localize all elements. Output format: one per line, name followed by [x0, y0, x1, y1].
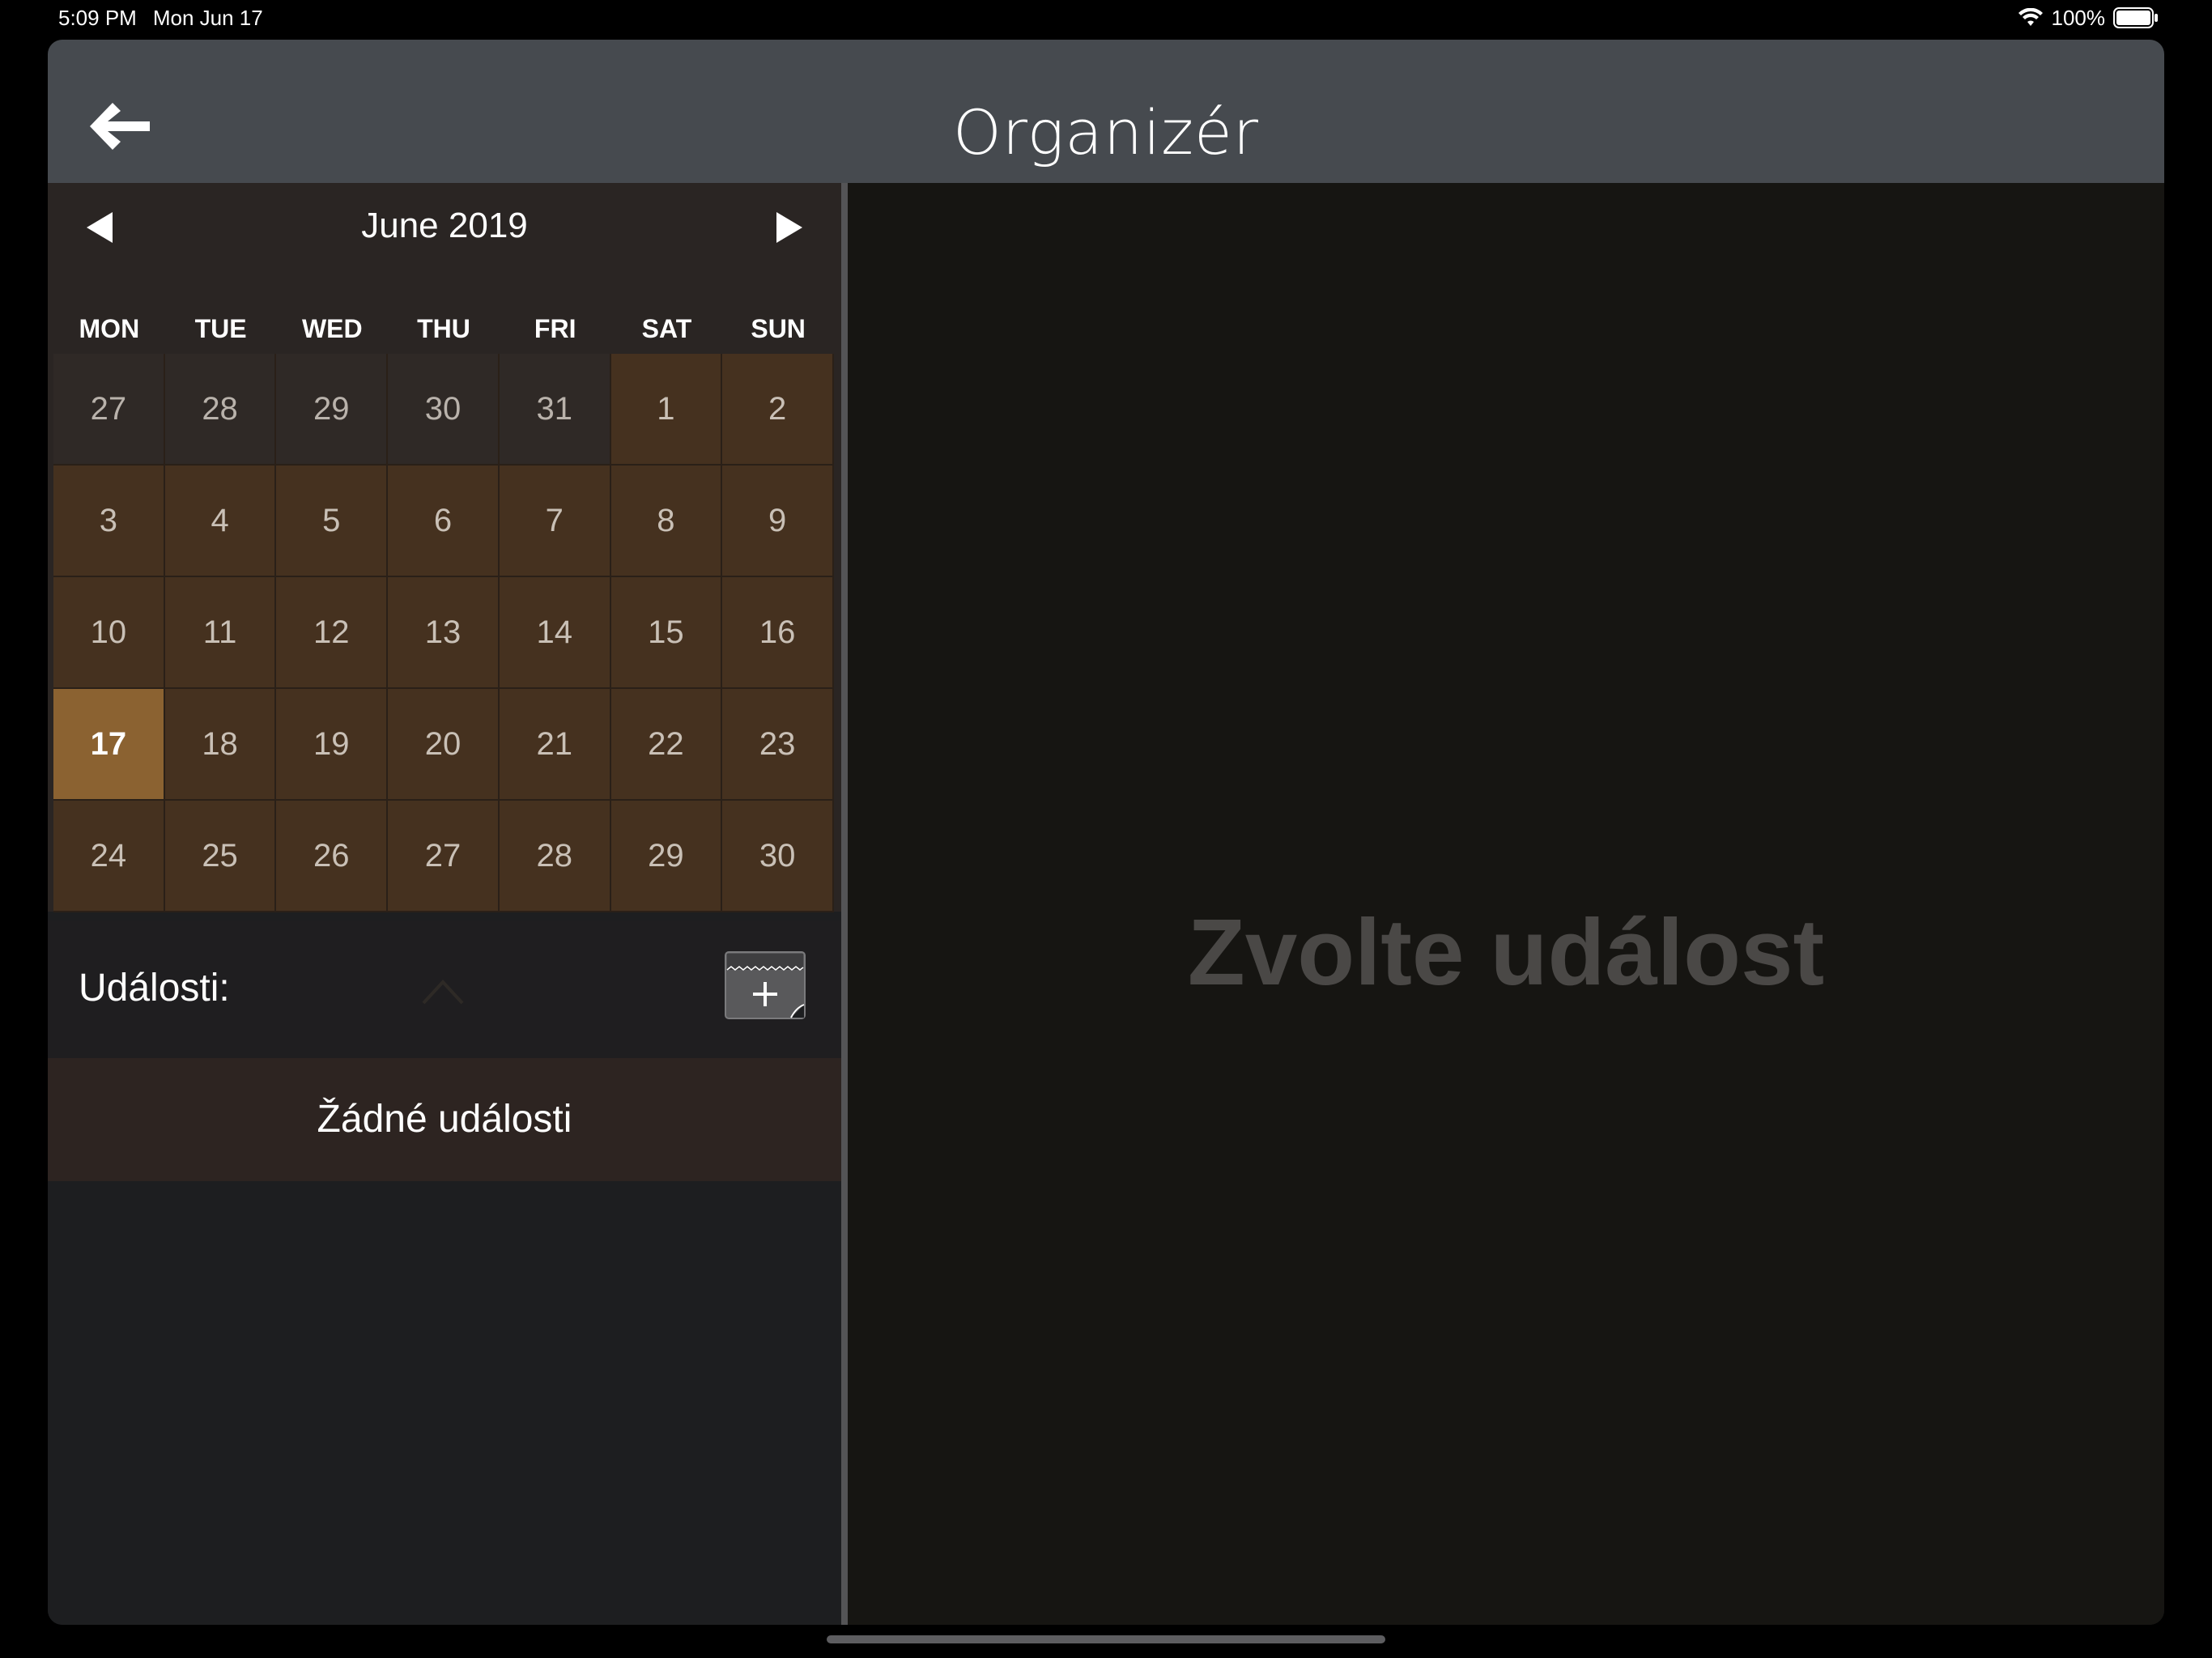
calendar-day[interactable]: 21: [499, 689, 611, 801]
calendar-day[interactable]: 4: [164, 466, 277, 577]
calendar-day[interactable]: 7: [499, 466, 611, 577]
calendar-day[interactable]: 13: [388, 577, 500, 689]
calendar-day[interactable]: 18: [164, 689, 277, 801]
calendar: June 2019 MON TUE WED THU FRI SAT SUN 27…: [48, 183, 841, 912]
next-month-button[interactable]: [772, 207, 807, 248]
calendar-day[interactable]: 16: [722, 577, 834, 689]
calendar-day-today[interactable]: 17: [53, 689, 165, 801]
calendar-day[interactable]: 31: [499, 354, 611, 466]
events-header: Události:: [48, 920, 841, 1058]
screen: 5:09 PM Mon Jun 17 100% Organizér June 2…: [0, 0, 2212, 1658]
calendar-day[interactable]: 27: [53, 354, 165, 466]
calendar-day[interactable]: 12: [276, 577, 389, 689]
status-date: Mon Jun 17: [152, 6, 263, 30]
calendar-day[interactable]: 20: [388, 689, 500, 801]
calendar-day[interactable]: 27: [388, 801, 500, 912]
status-bar-right: 100%: [2018, 3, 2159, 32]
calendar-day[interactable]: 22: [610, 689, 723, 801]
empty-events-message: Žádné události: [48, 1058, 841, 1181]
wifi-icon: [2018, 8, 2043, 26]
calendar-day[interactable]: 25: [164, 801, 277, 912]
calendar-day[interactable]: 29: [610, 801, 723, 912]
collapse-calendar-button[interactable]: [419, 976, 467, 1008]
weekday-label: MON: [79, 314, 140, 343]
calendar-day[interactable]: 19: [276, 689, 389, 801]
calendar-day[interactable]: 6: [388, 466, 500, 577]
calendar-day[interactable]: 5: [276, 466, 389, 577]
calendar-day[interactable]: 10: [53, 577, 165, 689]
status-time: 5:09 PM: [58, 6, 137, 30]
weekday-label: TUE: [194, 314, 247, 343]
calendar-day[interactable]: 30: [722, 801, 834, 912]
navigation-bar: Organizér: [48, 40, 2164, 183]
weekday-label: THU: [417, 314, 470, 343]
app-window: Organizér June 2019 MON TUE WED THU FRI …: [48, 40, 2164, 1625]
calendar-day[interactable]: 29: [276, 354, 389, 466]
weekday-header: MON TUE WED THU FRI SAT SUN: [53, 308, 834, 349]
weekday-label: WED: [301, 314, 363, 343]
calendar-day[interactable]: 15: [610, 577, 723, 689]
calendar-day[interactable]: 23: [722, 689, 834, 801]
month-title: June 2019: [361, 206, 528, 245]
calendar-day[interactable]: 2: [722, 354, 834, 466]
page-title: Organizér: [952, 96, 1260, 168]
calendar-day[interactable]: 28: [164, 354, 277, 466]
weekday-label: FRI: [534, 314, 576, 343]
events-label: Události:: [79, 967, 230, 1010]
battery-icon: [2113, 7, 2158, 28]
detail-placeholder: Zvolte událost: [1187, 899, 1825, 1005]
calendar-day[interactable]: 3: [53, 466, 165, 577]
calendar-header: June 2019: [48, 183, 841, 272]
calendar-day[interactable]: 14: [499, 577, 611, 689]
calendar-day[interactable]: 1: [610, 354, 723, 466]
calendar-day[interactable]: 9: [722, 466, 834, 577]
calendar-grid: 27 28 29 30 31 1 2 3 4 5 6 7 8 9 10 11 1…: [53, 354, 834, 912]
calendar-day[interactable]: 28: [499, 801, 611, 912]
calendar-day[interactable]: 11: [164, 577, 277, 689]
weekday-label: SUN: [751, 314, 806, 343]
panel-divider[interactable]: [841, 183, 848, 1625]
calendar-day[interactable]: 30: [388, 354, 500, 466]
calendar-day[interactable]: 24: [53, 801, 165, 912]
add-event-button[interactable]: [725, 951, 806, 1019]
home-indicator[interactable]: [827, 1635, 1385, 1643]
calendar-day[interactable]: 26: [276, 801, 389, 912]
calendar-add-icon: [725, 951, 806, 1019]
status-bar-left: 5:09 PM Mon Jun 17: [58, 3, 263, 32]
left-panel: June 2019 MON TUE WED THU FRI SAT SUN 27…: [48, 183, 841, 1625]
calendar-day[interactable]: 8: [610, 466, 723, 577]
triangle-right-icon: [776, 212, 802, 243]
battery-percent: 100%: [2051, 6, 2106, 30]
detail-panel: Zvolte událost: [848, 183, 2164, 1625]
chevron-up-icon: [422, 980, 464, 1005]
weekday-label: SAT: [641, 314, 692, 343]
